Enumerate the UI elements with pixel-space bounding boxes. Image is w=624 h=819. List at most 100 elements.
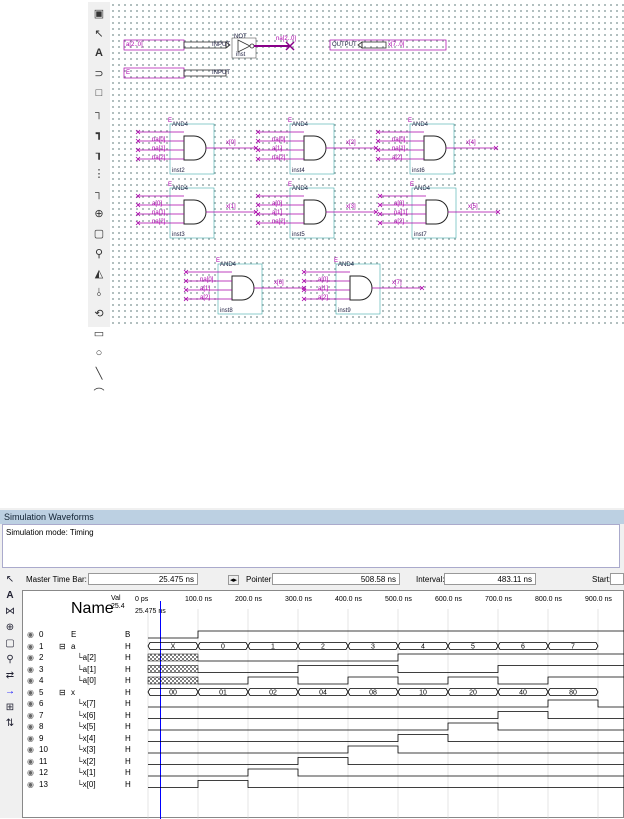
rectangle-icon[interactable]: ▭ (90, 324, 108, 342)
zoom-icon[interactable]: ⊕ (90, 204, 108, 222)
signal-index: 11 (39, 756, 48, 766)
text-tool-icon[interactable]: A (2, 590, 18, 604)
pointer-icon[interactable]: ↖ (2, 574, 18, 588)
zoom-icon[interactable]: ⊕ (2, 622, 18, 636)
gate-type-label: AND4 (414, 186, 431, 192)
gate-input-label: a[0] (318, 277, 329, 283)
gate-output-label: x[4] (466, 140, 476, 146)
signal-waveform (148, 768, 624, 777)
partial-line-icon[interactable]: ┐ (90, 184, 108, 202)
fullscreen-icon[interactable]: ▢ (2, 638, 18, 652)
bus-value-label: 6 (521, 644, 525, 651)
signal-pin-icon: ◉ (27, 768, 34, 777)
signal-name: └x[5] (77, 722, 96, 731)
flip-v-icon[interactable]: ⫰ (90, 284, 108, 302)
signal-waveform (148, 699, 624, 708)
gate-inst-label: inst4 (292, 168, 305, 174)
arc-icon[interactable]: ⌒ (90, 384, 108, 402)
gate-input-label: na[0] (272, 137, 286, 143)
signal-value: H (125, 687, 131, 697)
wire-tool-icon[interactable]: ┐ (90, 104, 108, 122)
gate-input-label: a[0] (152, 201, 163, 207)
gate-type-label: AND4 (172, 186, 189, 192)
find-icon[interactable]: ⚲ (2, 654, 18, 668)
not-label: NOT (234, 34, 247, 40)
bus-value-label: 04 (319, 690, 327, 697)
bus-value-label: 01 (219, 690, 227, 697)
replace-icon[interactable]: ⇄ (2, 670, 18, 684)
bus-value-label: 5 (471, 644, 475, 651)
input-symbol-label: INPUT (212, 42, 230, 48)
gate-input-label: na[2] (152, 155, 166, 161)
time-bar: Master Time Bar: 25.475 ns ◂▸ Pointer: 5… (22, 572, 624, 588)
bus-tool-icon[interactable]: ┓ (90, 124, 108, 142)
signal-name: └x[4] (77, 733, 96, 743)
signal-pin-icon: ◉ (27, 710, 34, 720)
interval-field[interactable]: 483.11 ns (444, 573, 536, 585)
gate-input-label: na[2] (272, 219, 286, 225)
schematic-drawing (123, 37, 501, 315)
rubberband-icon[interactable]: ⋮ (90, 164, 108, 182)
interval-label: Interval: (416, 575, 445, 584)
gate-input-label: a[1] (200, 286, 211, 292)
gate-input-label: na[1] (392, 146, 406, 152)
window-icon[interactable]: ▣ (90, 4, 108, 22)
signal-index: 10 (39, 745, 48, 754)
signal-name: └x[1] (77, 768, 96, 777)
sort-icon[interactable]: ⇅ (2, 718, 18, 732)
schematic-canvas[interactable]: a[2..0] INPUT NOT inst na[2..0] OUTPUT x… (110, 2, 624, 327)
gate-inst-label: inst2 (172, 168, 185, 174)
signal-index: 8 (39, 722, 44, 731)
text-tool-icon[interactable]: A (90, 44, 108, 62)
gate-output-label: x[2] (346, 140, 356, 146)
waveform-editing-icon[interactable]: ⋈ (2, 606, 18, 620)
block-tool-icon[interactable]: □ (90, 84, 108, 102)
not-inst-label: inst (236, 52, 246, 58)
arrow-icon[interactable]: → (2, 686, 18, 700)
signal-value: H (125, 722, 131, 731)
step-arrows-icon[interactable]: ◂▸ (228, 575, 240, 585)
signal-waveform (148, 630, 624, 639)
signal-index: 12 (39, 768, 48, 777)
start-field[interactable] (610, 573, 624, 585)
pointer-field[interactable]: 508.58 ns (272, 573, 400, 585)
signal-value: H (125, 653, 131, 662)
signal-pin-icon: ◉ (27, 756, 34, 766)
flip-h-icon[interactable]: ◭ (90, 264, 108, 282)
bus-value-label: 0 (221, 644, 225, 651)
gate-input-label: a[2] (392, 155, 403, 161)
gate-inst-label: inst7 (414, 232, 427, 238)
signal-pin-icon: ◉ (27, 779, 34, 789)
signal-index: 7 (39, 710, 44, 720)
pointer-icon[interactable]: ↖ (90, 24, 108, 42)
symbol-tool-icon[interactable]: ⊃ (90, 64, 108, 82)
signal-pin-icon: ◉ (27, 641, 34, 651)
signal-index: 1 (39, 641, 44, 651)
signal-pin-icon: ◉ (27, 733, 34, 743)
gate-inst-label: inst8 (220, 308, 233, 314)
find-icon[interactable]: ⚲ (90, 244, 108, 262)
signal-pin-icon: ◉ (27, 687, 34, 697)
signal-pin-icon: ◉ (27, 676, 34, 685)
gate-input-label: na[1] (152, 146, 166, 152)
bus-value-label: 80 (569, 690, 577, 697)
simulation-title: Simulation Waveforms (0, 510, 624, 524)
signal-name: └x[2] (77, 756, 96, 766)
gate-inst-label: inst5 (292, 232, 305, 238)
conduit-tool-icon[interactable]: ┒ (90, 144, 108, 162)
signal-index: 2 (39, 653, 44, 662)
rotate-icon[interactable]: ⟲ (90, 304, 108, 322)
signal-value: H (125, 699, 131, 708)
gate-type-label: AND4 (220, 262, 237, 268)
bus-value-label: 40 (519, 690, 527, 697)
signal-value: H (125, 710, 131, 720)
schematic-toolbar: ▣ ↖ A ⊃ □ ┐ ┓ ┒ ⋮ ┐ ⊕ ▢ ⚲ ◭ ⫰ ⟲ ▭ ○ ╲ ⌒ (88, 2, 111, 400)
waveform-grid[interactable]: Name Val 25.4 0 ps 100.0 ns 200.0 ns 300.0 … (22, 590, 624, 819)
ellipse-icon[interactable]: ○ (90, 344, 108, 362)
fullscreen-icon[interactable]: ▢ (90, 224, 108, 242)
line-icon[interactable]: ╲ (90, 364, 108, 382)
bus-value-label: 10 (419, 690, 427, 697)
output-symbol-label: OUTPUT (332, 42, 357, 48)
master-time-field[interactable]: 25.475 ns (88, 573, 198, 585)
group-icon[interactable]: ⊞ (2, 702, 18, 716)
